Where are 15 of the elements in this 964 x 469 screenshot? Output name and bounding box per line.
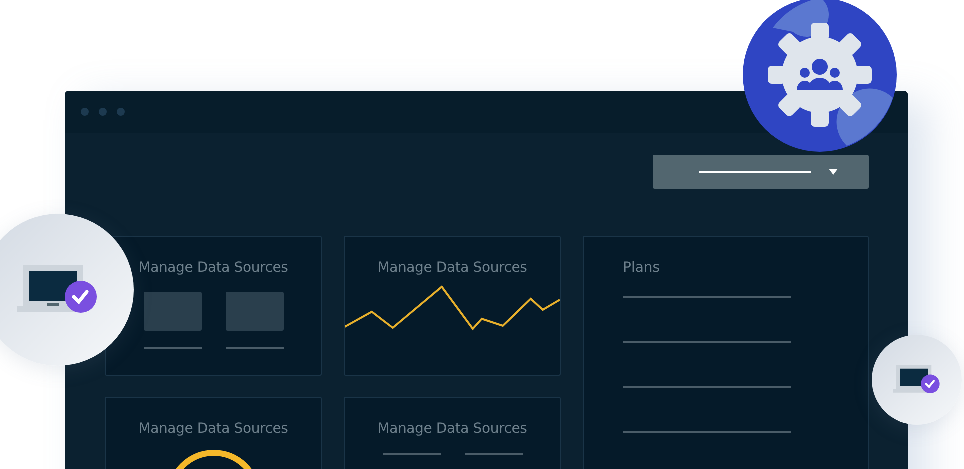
- placeholder-block: [144, 292, 202, 331]
- card-title: Manage Data Sources: [378, 421, 528, 437]
- card-title: Manage Data Sources: [138, 260, 288, 276]
- laptop-check-icon: [893, 365, 941, 395]
- plans-title: Plans: [623, 260, 660, 276]
- window-dot[interactable]: [99, 108, 107, 116]
- caret-icon: [828, 169, 838, 175]
- card-title: Manage Data Sources: [378, 260, 528, 276]
- card-title: Manage Data Sources: [138, 421, 288, 437]
- dropdown[interactable]: [653, 155, 869, 189]
- window-dot[interactable]: [81, 108, 89, 116]
- window-dot[interactable]: [117, 108, 125, 116]
- gear-people-icon: [743, 0, 897, 152]
- laptop-check-icon: [17, 265, 99, 315]
- placeholder-block: [226, 292, 284, 331]
